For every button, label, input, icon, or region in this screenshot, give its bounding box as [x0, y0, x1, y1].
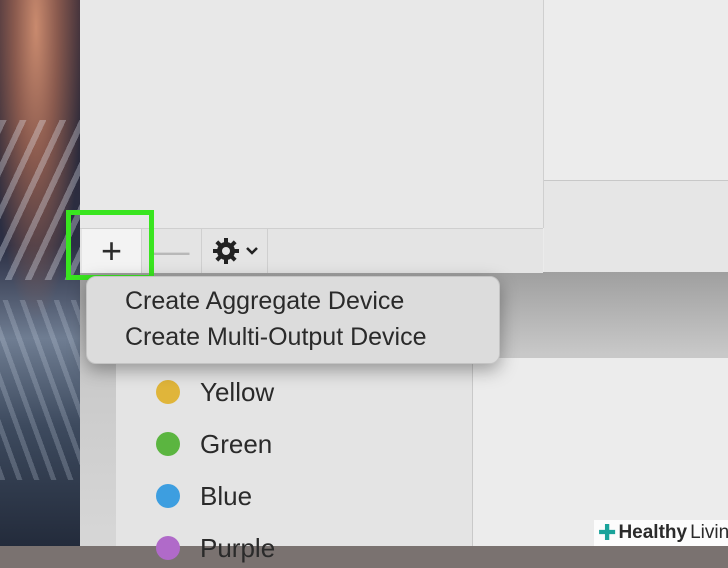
wallpaper-snow: [0, 300, 90, 480]
tag-purple[interactable]: Purple: [156, 528, 275, 568]
chevron-down-icon: [245, 247, 258, 255]
menu-item-create-aggregate-device[interactable]: Create Aggregate Device: [125, 287, 404, 316]
device-detail-footer: [544, 181, 728, 272]
yellow-dot-icon: [156, 380, 180, 404]
cross-icon: ✚: [598, 520, 617, 545]
finder-content: [473, 358, 728, 546]
purple-dot-icon: [156, 536, 180, 560]
tag-label: Green: [200, 428, 273, 459]
green-dot-icon: [156, 432, 180, 456]
tag-label: Yellow: [200, 376, 275, 407]
tag-blue[interactable]: Blue: [156, 476, 252, 516]
tag-label: Blue: [200, 480, 253, 511]
watermark-brand-suffix: Living: [690, 522, 728, 543]
blue-dot-icon: [156, 484, 180, 508]
add-device-menu: Create Aggregate Device Create Multi-Out…: [86, 276, 500, 364]
menu-item-create-multi-output-device[interactable]: Create Multi-Output Device: [125, 323, 427, 352]
gear-icon: [212, 238, 239, 264]
tag-yellow[interactable]: Yellow: [156, 372, 274, 412]
tags-sidebar: Yellow Green Blue Purple: [116, 358, 473, 563]
add-button-highlight: [66, 210, 154, 280]
tag-green[interactable]: Green: [156, 424, 272, 464]
watermark-brand: Healthy: [618, 522, 688, 543]
minus-icon: —: [153, 230, 190, 271]
action-menu-button[interactable]: [202, 229, 268, 273]
audio-midi-window: + —: [80, 0, 728, 273]
device-list: [80, 0, 544, 228]
watermark-logo: ✚ Healthy Living: [594, 520, 728, 546]
tag-label: Purple: [200, 532, 276, 563]
device-detail-pane: [544, 0, 728, 181]
